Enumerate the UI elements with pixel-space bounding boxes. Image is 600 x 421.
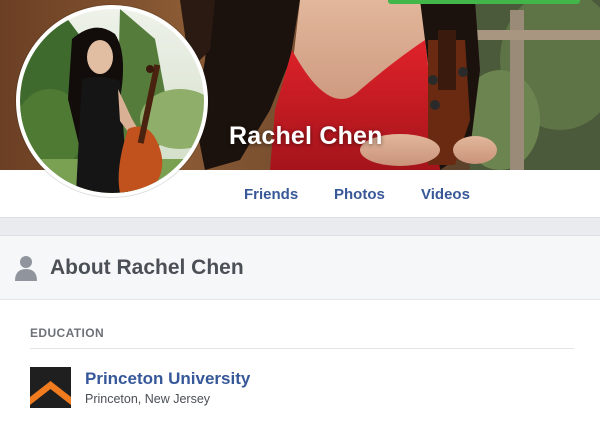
profile-photo	[20, 9, 204, 193]
profile-picture[interactable]	[16, 5, 208, 197]
about-title: About Rachel Chen	[50, 256, 244, 279]
section-divider	[30, 348, 574, 349]
tab-photos[interactable]: Photos	[334, 186, 385, 203]
person-icon	[15, 256, 37, 281]
school-location: Princeton, New Jersey	[85, 392, 211, 406]
tab-friends[interactable]: Friends	[244, 186, 298, 203]
school-name-link[interactable]: Princeton University	[85, 369, 250, 389]
shield-logo[interactable]	[30, 367, 71, 408]
profile-name[interactable]: Rachel Chen	[229, 122, 383, 151]
about-card: About Rachel Chen EDUCATION Princeton Un…	[0, 235, 600, 421]
tab-videos[interactable]: Videos	[421, 186, 470, 203]
education-section-label: EDUCATION	[30, 326, 105, 340]
about-header: About Rachel Chen	[0, 236, 600, 300]
loading-progress-bar	[388, 0, 580, 4]
